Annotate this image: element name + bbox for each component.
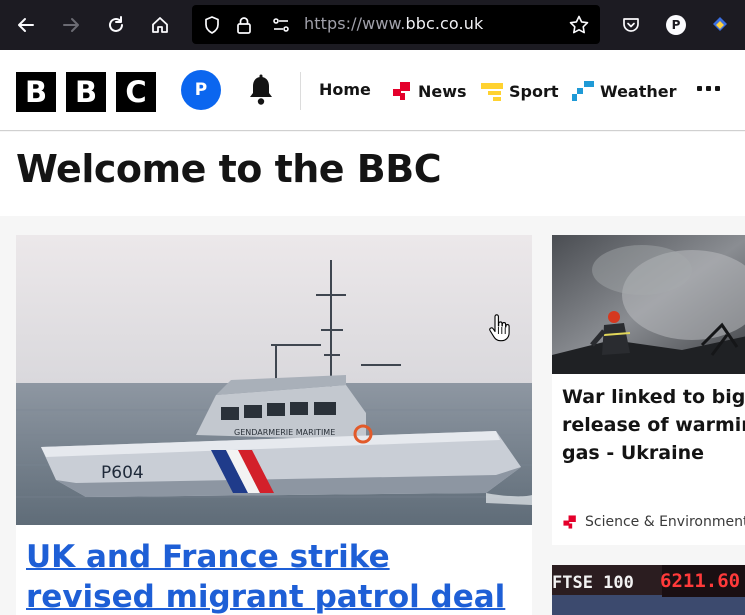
- news-icon: [563, 515, 576, 529]
- main-story-headline[interactable]: UK and France strike revised migrant pat…: [26, 537, 526, 615]
- logo-block-2: B: [66, 72, 106, 112]
- main-story-image[interactable]: GENDARMERIE MARITIME P604: [16, 235, 532, 525]
- account-avatar[interactable]: P: [181, 70, 221, 110]
- extension-icon: [713, 17, 727, 31]
- nav-sport-label: Sport: [509, 81, 559, 101]
- shield-icon[interactable]: [200, 13, 224, 37]
- page-title: Welcome to the BBC: [16, 147, 442, 191]
- more-dot-icon: [715, 86, 720, 91]
- side-headline-line: gas - Ukraine: [562, 442, 705, 464]
- pocket-icon: [623, 18, 639, 32]
- lock-icon[interactable]: [232, 13, 256, 37]
- nav-news[interactable]: News: [391, 80, 467, 102]
- reload-button[interactable]: [100, 9, 132, 41]
- bell-icon: [250, 74, 272, 105]
- hand-cursor-icon: [489, 314, 510, 342]
- account-button[interactable]: P: [660, 9, 692, 41]
- address-bar[interactable]: https://www.bbc.co.uk: [192, 5, 600, 44]
- header-divider: [300, 72, 301, 110]
- side-story-card[interactable]: War linked to big release of warming gas…: [552, 235, 745, 545]
- home-icon: [152, 17, 168, 33]
- boat-hull-number: P604: [101, 463, 144, 483]
- logo-block-1: B: [16, 72, 56, 112]
- nav-weather-label: Weather: [600, 81, 677, 101]
- forward-button[interactable]: [55, 9, 87, 41]
- ticker-story-card[interactable]: FTSE 100 6211.60: [552, 565, 745, 615]
- more-dot-icon: [706, 86, 711, 91]
- sport-icon: [481, 83, 503, 101]
- profile-avatar: P: [666, 15, 686, 35]
- profile-initial: P: [671, 18, 681, 32]
- back-button[interactable]: [10, 9, 42, 41]
- reload-icon: [109, 16, 123, 32]
- url-prefix: https://www.: [304, 14, 406, 33]
- nav-news-label: News: [418, 81, 467, 101]
- side-story-image[interactable]: [552, 235, 745, 374]
- logo-block-3: C: [116, 72, 156, 112]
- welcome-band: Welcome to the BBC: [0, 132, 745, 216]
- url-domain: bbc.co.uk: [405, 14, 484, 33]
- ticker-label: FTSE 100: [552, 573, 634, 593]
- ticker-value: 6211.60: [660, 570, 741, 592]
- site-header: B B C P Home News Sport Weather: [0, 50, 745, 131]
- account-initial: P: [194, 80, 208, 100]
- url-text[interactable]: https://www.bbc.co.uk: [304, 14, 483, 33]
- nav-weather[interactable]: Weather: [571, 80, 677, 102]
- pocket-button[interactable]: [615, 9, 647, 41]
- browser-toolbar: https://www.bbc.co.uk P: [0, 0, 745, 50]
- permissions-icon[interactable]: [269, 13, 293, 37]
- nav-home[interactable]: Home: [319, 80, 371, 99]
- forward-arrow-icon: [63, 18, 79, 32]
- main-story-card[interactable]: GENDARMERIE MARITIME P604 UK and France …: [16, 235, 532, 615]
- side-headline-line: release of warming: [562, 414, 745, 436]
- side-story-headline[interactable]: War linked to big release of warming gas…: [562, 383, 745, 467]
- back-arrow-icon: [18, 18, 34, 32]
- more-dot-icon: [697, 86, 702, 91]
- boat-side-label: GENDARMERIE MARITIME: [234, 428, 335, 437]
- side-story-topic-label: Science & Environment: [585, 514, 745, 530]
- extension-button[interactable]: [704, 9, 736, 41]
- notifications-button[interactable]: [245, 74, 277, 108]
- nav-home-label: Home: [319, 80, 371, 99]
- nav-sport[interactable]: Sport: [480, 80, 559, 102]
- weather-icon: [572, 81, 594, 101]
- side-story-topic[interactable]: Science & Environment: [562, 514, 745, 530]
- more-menu-button[interactable]: [697, 86, 720, 91]
- news-icon: [393, 82, 410, 100]
- side-headline-line: War linked to big: [562, 386, 745, 408]
- bookmark-star-icon[interactable]: [567, 13, 591, 37]
- home-button[interactable]: [144, 9, 176, 41]
